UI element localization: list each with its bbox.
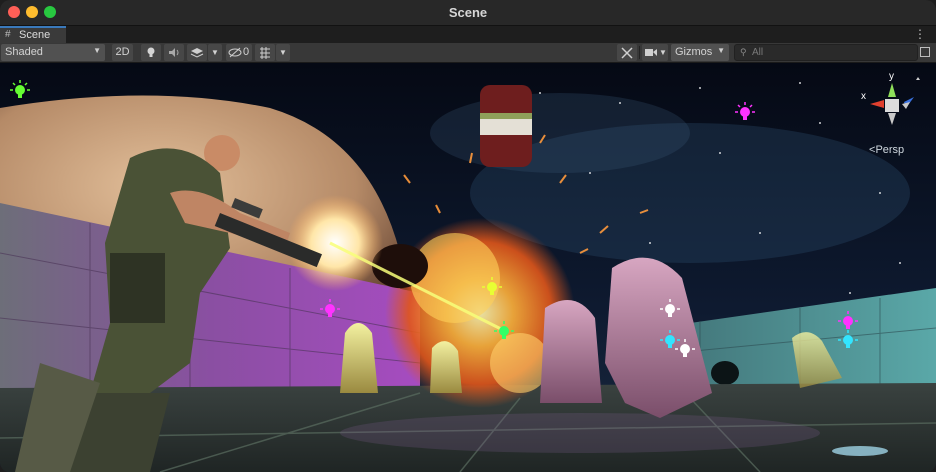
light-gizmo-icon[interactable]: [320, 299, 340, 319]
grid-dropdown-button[interactable]: ▼: [276, 44, 290, 61]
scene-render: [0, 63, 936, 472]
maximize-view-icon[interactable]: [920, 47, 930, 57]
chevron-down-icon: ▼: [211, 48, 219, 57]
light-gizmo-icon[interactable]: [675, 339, 695, 359]
tab-bar: # Scene ⋮: [0, 26, 936, 43]
layers-icon: [190, 48, 204, 58]
scene-viewport[interactable]: y x <Persp: [0, 63, 936, 472]
perspective-toggle[interactable]: <Persp: [869, 144, 904, 156]
draw-mode-dropdown[interactable]: Shaded ▼: [1, 44, 105, 61]
gizmos-label: Gizmos: [675, 46, 713, 58]
unity-scene-window: Scene # Scene ⋮ Shaded ▼ 2D ▼ 0 ▼ ▼ Gizm…: [0, 0, 936, 472]
gizmo-y-label: y: [889, 71, 894, 82]
light-gizmo-icon[interactable]: [10, 80, 30, 100]
scene-visibility-toggle[interactable]: 0: [226, 44, 252, 61]
grid-snap-icon: [260, 47, 270, 59]
gizmos-dropdown[interactable]: Gizmos ▼: [671, 44, 729, 61]
effects-toggle-button[interactable]: [187, 44, 207, 61]
light-gizmo-icon[interactable]: [838, 330, 858, 350]
light-gizmo-icon[interactable]: [482, 277, 502, 297]
chevron-down-icon: ▼: [717, 46, 725, 55]
tools-button[interactable]: [617, 44, 637, 61]
effects-dropdown-button[interactable]: ▼: [208, 44, 222, 61]
window-title: Scene: [448, 5, 488, 20]
camera-icon: [645, 49, 657, 56]
grid-icon: #: [5, 29, 11, 40]
title-bar: Scene: [0, 0, 936, 26]
search-placeholder: All: [752, 47, 764, 58]
camera-dropdown-button[interactable]: ▼: [642, 44, 668, 61]
chevron-down-icon: ▼: [279, 48, 287, 57]
perspective-label: Persp: [875, 144, 905, 156]
toolbar-separator: [639, 46, 640, 59]
grid-toggle-button[interactable]: [255, 44, 275, 61]
scene-search-input[interactable]: ⚲ All: [734, 44, 918, 61]
light-gizmo-icon[interactable]: [735, 102, 755, 122]
speaker-icon: [169, 48, 179, 57]
tools-icon: [621, 47, 633, 59]
lighting-toggle-button[interactable]: [141, 44, 161, 61]
scene-toolbar: Shaded ▼ 2D ▼ 0 ▼ ▼ Gizmos ▼ ⚲ All: [0, 43, 936, 63]
light-gizmo-icon[interactable]: [838, 311, 858, 331]
light-gizmo-icon[interactable]: [660, 299, 680, 319]
lightbulb-icon: [147, 47, 155, 57]
tab-scene-label: Scene: [19, 29, 51, 41]
light-gizmo-icon[interactable]: [494, 321, 514, 341]
2d-toggle-button[interactable]: 2D: [112, 44, 133, 61]
chevron-down-icon: ▼: [93, 46, 101, 55]
2d-toggle-label: 2D: [115, 46, 130, 58]
orientation-gizmo[interactable]: [860, 71, 930, 141]
eye-slash-icon: [228, 47, 242, 58]
tab-scene[interactable]: # Scene: [0, 26, 66, 43]
chevron-down-icon: ▼: [659, 48, 667, 57]
audio-toggle-button[interactable]: [164, 44, 184, 61]
hidden-count: 0: [243, 46, 250, 58]
kebab-menu-icon[interactable]: ⋮: [914, 27, 926, 41]
search-icon: ⚲: [740, 47, 747, 57]
gizmo-x-label: x: [861, 91, 866, 102]
draw-mode-value: Shaded: [5, 46, 43, 58]
